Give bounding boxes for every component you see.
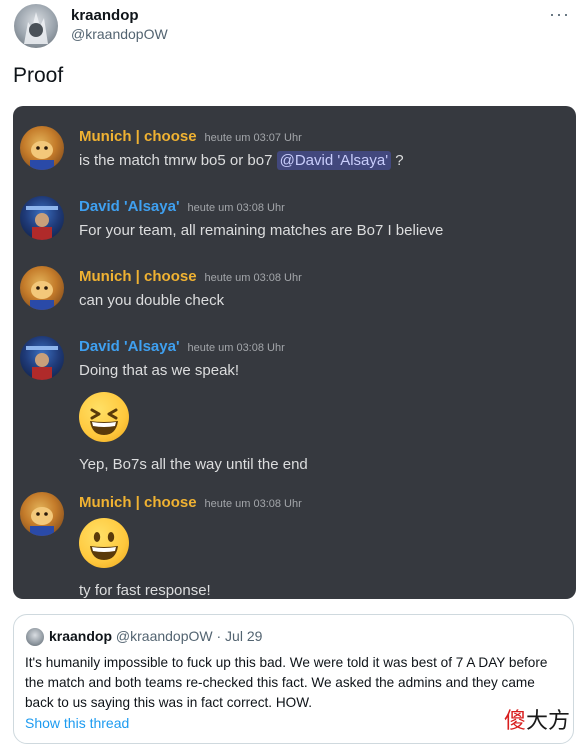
- message-author[interactable]: Munich | choose heute um 03:08 Uhr: [79, 268, 302, 285]
- message-author[interactable]: Munich | choose heute um 03:07 Uhr: [79, 128, 302, 145]
- more-options-icon[interactable]: ···: [549, 4, 570, 25]
- tweet-text: Proof: [13, 64, 64, 87]
- watermark-text: 大方: [525, 709, 570, 734]
- message-time: heute um 03:08 Uhr: [204, 498, 302, 510]
- munich-avatar: [20, 266, 64, 310]
- david-avatar: [20, 196, 64, 240]
- message-text-before: is the match tmrw bo5 or bo7: [79, 152, 277, 169]
- message-text-after: ?: [391, 152, 404, 169]
- message-text: Doing that as we speak!: [79, 362, 240, 379]
- discord-screenshot: Munich | choose heute um 03:07 Uhr is the…: [13, 106, 576, 599]
- david-avatar: [20, 336, 64, 380]
- author-avatar[interactable]: [14, 4, 58, 48]
- message-author[interactable]: David 'Alsaya' heute um 03:08 Uhr: [79, 338, 285, 355]
- quoted-tweet[interactable]: kraandop @kraandopOW · Jul 29 It's human…: [13, 614, 574, 744]
- munich-avatar: [20, 126, 64, 170]
- author-handle[interactable]: @kraandopOW: [71, 26, 168, 42]
- show-thread-link[interactable]: Show this thread: [25, 715, 129, 731]
- message-text: can you double check: [79, 292, 225, 309]
- watermark: 傻大方: [504, 703, 570, 735]
- author-label[interactable]: Munich | choose: [79, 128, 197, 145]
- author-label[interactable]: David 'Alsaya': [79, 198, 180, 215]
- message-time: heute um 03:08 Uhr: [187, 202, 285, 214]
- message-author[interactable]: Munich | choose heute um 03:08 Uhr: [79, 494, 302, 511]
- message-text: is the match tmrw bo5 or bo7 @David 'Als…: [79, 151, 404, 170]
- user-mention[interactable]: @David 'Alsaya': [276, 151, 392, 170]
- watermark-char: 傻: [503, 709, 526, 734]
- message-text: Yep, Bo7s all the way until the end: [79, 456, 308, 473]
- quoted-author-name[interactable]: kraandop: [49, 628, 112, 644]
- grinning-face-icon: [79, 518, 129, 568]
- message-time: heute um 03:08 Uhr: [204, 272, 302, 284]
- message-author[interactable]: David 'Alsaya' heute um 03:08 Uhr: [79, 198, 285, 215]
- grinning-squinting-face-icon: [79, 392, 129, 442]
- quoted-author-avatar[interactable]: [26, 628, 44, 646]
- message-time: heute um 03:08 Uhr: [187, 342, 285, 354]
- quoted-tweet-text: It's humanily impossible to fuck up this…: [25, 655, 548, 710]
- message-text: For your team, all remaining matches are…: [79, 222, 444, 239]
- author-label[interactable]: Munich | choose: [79, 268, 197, 285]
- author-name[interactable]: kraandop: [71, 7, 139, 24]
- quoted-tweet-date[interactable]: · Jul 29: [217, 628, 263, 644]
- quoted-tweet-header: kraandop @kraandopOW · Jul 29: [49, 628, 262, 644]
- tweet-header: kraandop @kraandopOW ···: [14, 4, 574, 50]
- munich-avatar: [20, 492, 64, 536]
- author-label[interactable]: Munich | choose: [79, 494, 197, 511]
- message-text: ty for fast response!: [79, 582, 211, 599]
- message-time: heute um 03:07 Uhr: [204, 132, 302, 144]
- quoted-author-handle[interactable]: @kraandopOW: [116, 628, 213, 644]
- author-label[interactable]: David 'Alsaya': [79, 338, 180, 355]
